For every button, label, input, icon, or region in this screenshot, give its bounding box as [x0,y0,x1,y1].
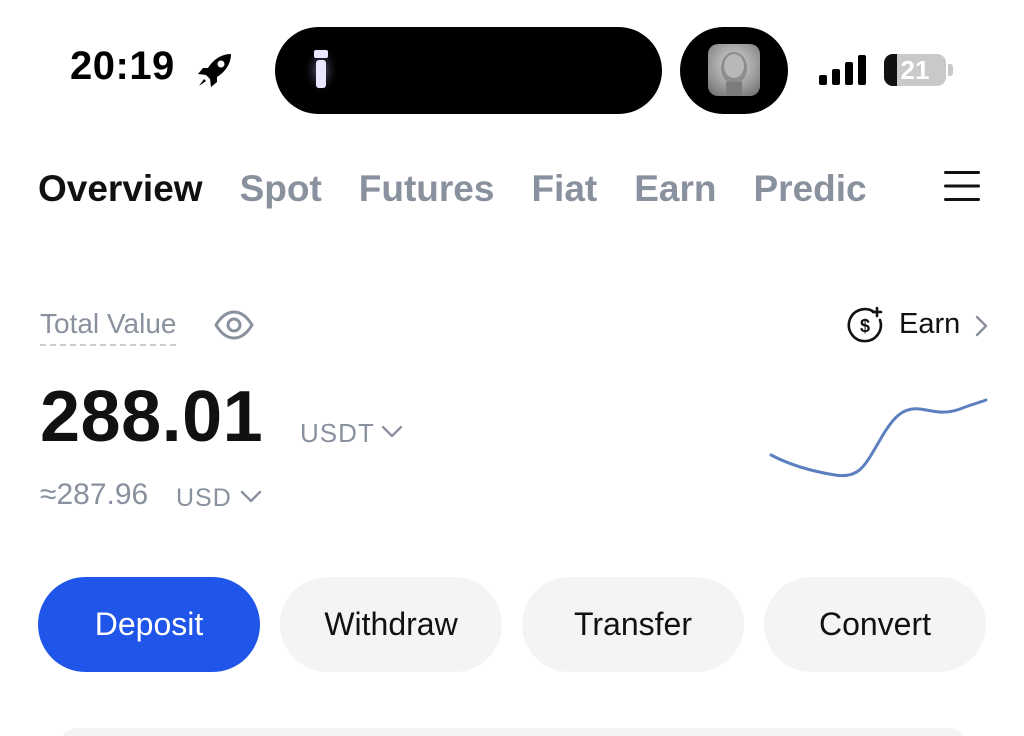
total-balance: 288.01 [40,377,264,457]
balance-unit[interactable]: USDT [300,418,375,449]
battery-cap [948,64,953,76]
approx-unit[interactable]: USD [176,484,232,513]
tab-overview[interactable]: Overview [38,164,203,214]
status-bar: 20:19 21 [0,0,1024,130]
bottom-card [58,728,968,736]
tab-earn[interactable]: Earn [634,164,716,214]
withdraw-button[interactable]: Withdraw [280,577,502,672]
tab-fiat[interactable]: Fiat [531,164,597,214]
battery-level: 21 [900,55,930,85]
chevron-down-icon[interactable] [381,424,403,440]
earn-coin-icon: $ [847,306,883,343]
convert-button[interactable]: Convert [764,577,986,672]
flashlight-icon [303,44,339,96]
sparkline-path [769,398,988,478]
earn-link-label: Earn [899,308,961,340]
earn-link[interactable]: $ Earn [846,304,996,344]
svg-text:$: $ [860,316,870,336]
tab-predictions[interactable]: Predic [754,164,867,214]
signal-icon [819,55,866,85]
deposit-button[interactable]: Deposit [38,577,260,672]
avatar[interactable] [708,44,760,96]
balance-sparkline [769,398,988,478]
menu-icon[interactable] [942,168,982,204]
total-value-label[interactable]: Total Value [40,308,177,346]
status-time: 20:19 [70,44,175,88]
tab-futures[interactable]: Futures [359,164,495,214]
top-tabs: Overview Spot Futures Fiat Earn Predic [38,164,900,214]
rocket-icon [198,54,231,87]
transfer-button[interactable]: Transfer [522,577,744,672]
approx-value: ≈287.96 [40,478,149,511]
chevron-down-icon[interactable] [240,489,262,505]
eye-icon[interactable] [214,310,254,340]
face-icon [721,52,747,96]
battery-icon: 21 [884,54,946,86]
tab-spot[interactable]: Spot [240,164,322,214]
chevron-right-icon [975,315,988,337]
